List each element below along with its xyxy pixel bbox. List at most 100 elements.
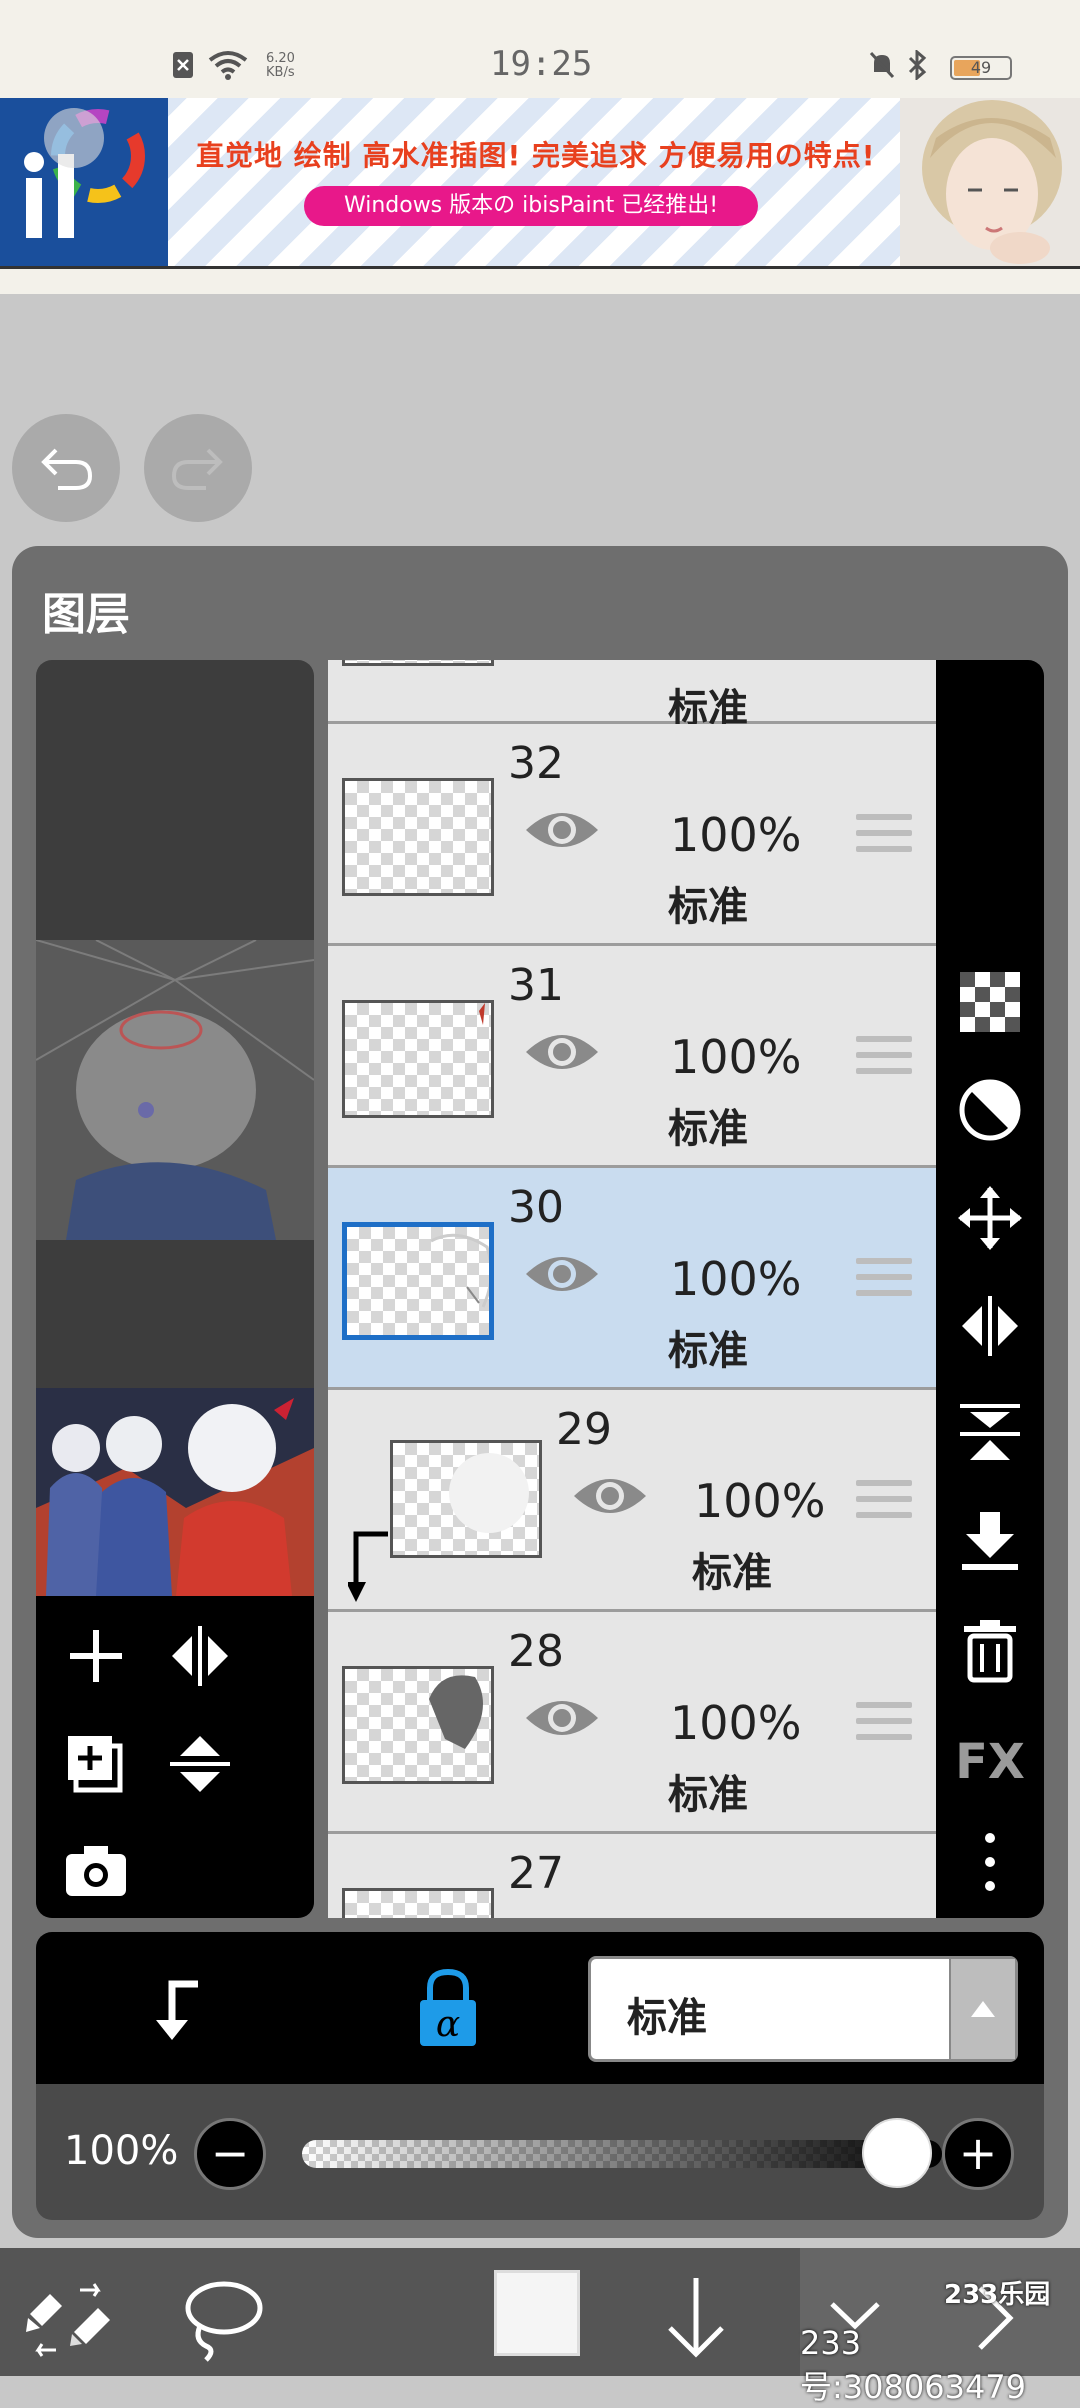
opacity-slider-track[interactable] [302, 2140, 942, 2168]
layer-number: 32 [508, 738, 564, 789]
redo-button[interactable] [144, 414, 252, 522]
layer-row-28[interactable]: 28 100% 标准 [328, 1612, 936, 1834]
clock: 19:25 [490, 44, 593, 84]
undo-button[interactable] [12, 414, 120, 522]
duplicate-layer-button[interactable] [56, 1724, 136, 1804]
merge-down-icon[interactable] [954, 1506, 1026, 1578]
layer-thumbnail [342, 1222, 494, 1340]
blend-mode-dropdown-arrow[interactable] [949, 1959, 1015, 2059]
svg-text:α: α [436, 2004, 460, 2045]
layer-thumbnail-art [479, 1003, 485, 1025]
network-speed-unit: KB/s [266, 65, 295, 80]
layer-blend-mode: 标准 [668, 1328, 748, 1374]
ad-banner[interactable]: 直觉地 绘制 高水准插图! 完美追求 方便易用の特点! Windows 版本の … [0, 98, 1080, 266]
network-speed-value: 6.20 [266, 51, 295, 66]
camera-layer-button[interactable] [56, 1830, 136, 1910]
down-arrow-icon[interactable] [648, 2270, 744, 2366]
layer-number: 30 [508, 1182, 564, 1233]
layer-thumbnail [342, 778, 494, 896]
layer-row-27[interactable]: 27 [328, 1834, 936, 1918]
flip-layer-vertical-button[interactable] [160, 1724, 240, 1804]
layer-row-partial-top[interactable]: 标准 [328, 660, 936, 732]
checker-icon[interactable] [954, 966, 1026, 1038]
battery-level: 49 [970, 58, 992, 77]
status-bar: 6.20 KB/s 19:25 49 [0, 0, 1080, 98]
layer-number: 31 [508, 960, 564, 1011]
layer-thumbnail-art [429, 1675, 483, 1749]
layer-blend-mode: 标准 [692, 1550, 772, 1596]
layer-opacity: 100% [670, 808, 802, 862]
layer-number: 28 [508, 1626, 564, 1677]
trash-icon[interactable] [954, 1614, 1026, 1686]
layer-row-32[interactable]: 32 100% 标准 [328, 724, 936, 946]
opacity-value-label: 100% [64, 2128, 179, 2174]
undo-icon [41, 448, 93, 490]
fx-button[interactable]: FX [954, 1726, 1026, 1798]
layer-thumbnail [342, 1888, 494, 1918]
flip-vertical-icon[interactable] [954, 1398, 1026, 1470]
move-icon[interactable] [954, 1182, 1026, 1254]
layer-thumbnail-art [449, 1453, 529, 1533]
ad-portrait-image [900, 98, 1080, 266]
layer-blend-mode: 标准 [668, 884, 748, 930]
visibility-eye-icon[interactable] [570, 1466, 650, 1526]
drag-handle-icon[interactable] [856, 1480, 912, 1530]
flip-horizontal-icon[interactable] [954, 1290, 1026, 1362]
clipping-toggle-icon[interactable] [142, 1976, 212, 2046]
ad-subline: Windows 版本の ibisPaint 已经推出! [304, 186, 758, 226]
layer-opacity: 100% [670, 1252, 802, 1306]
layer-thumbnail [342, 660, 494, 666]
clipping-arrow-icon [348, 1531, 388, 1602]
visibility-eye-icon[interactable] [522, 1244, 602, 1304]
network-speed: 6.20 KB/s [266, 52, 295, 80]
ad-divider [0, 266, 1080, 294]
layer-opacity: 100% [670, 1696, 802, 1750]
visibility-eye-icon[interactable] [522, 800, 602, 860]
current-color-swatch[interactable] [494, 2270, 580, 2356]
visibility-eye-icon[interactable] [522, 1688, 602, 1748]
brush-eraser-toggle-icon[interactable] [20, 2270, 116, 2366]
drag-handle-icon[interactable] [856, 814, 912, 864]
alpha-lock-icon[interactable]: α [416, 1966, 480, 2050]
canvas-artwork-preview [36, 940, 314, 1240]
add-layer-button[interactable] [56, 1616, 136, 1696]
layer-thumbnail-art [430, 1233, 493, 1308]
layer-side-tools: FX [936, 660, 1044, 1918]
layer-thumbnail [342, 1000, 494, 1118]
layer-number: 27 [508, 1848, 564, 1899]
battery-indicator: 49 [950, 56, 1012, 80]
ibispaint-logo [0, 98, 168, 266]
mute-icon [869, 51, 895, 79]
layer-thumbnail [342, 1666, 494, 1784]
wifi-icon [208, 51, 248, 80]
watermark-logo: 233乐园 [944, 2280, 1051, 2310]
blend-mode-select[interactable]: 标准 [588, 1956, 1018, 2062]
layer-list[interactable]: 标准 32 100% 标准 31 100% 标准 30 100% 标准 29 1… [328, 660, 936, 1918]
drag-handle-icon[interactable] [856, 1036, 912, 1086]
lasso-icon[interactable] [176, 2270, 272, 2366]
half-circle-icon[interactable] [954, 1074, 1026, 1146]
visibility-eye-icon[interactable] [522, 1022, 602, 1082]
opacity-decrease-button[interactable]: − [194, 2118, 266, 2190]
drag-handle-icon[interactable] [856, 1702, 912, 1752]
drag-handle-icon[interactable] [856, 1258, 912, 1308]
layer-row-29[interactable]: 29 100% 标准 [328, 1390, 936, 1612]
layer-blend-mode: 标准 [668, 1772, 748, 1818]
watermark-text: 233号:308063479 [800, 2324, 1027, 2406]
bluetooth-icon [908, 50, 927, 80]
layer-number: 29 [556, 1404, 612, 1455]
ad-headline: 直觉地 绘制 高水准插图! 完美追求 方便易用の特点! [196, 139, 876, 172]
layer-tools [36, 1596, 314, 1918]
more-icon[interactable] [954, 1826, 1026, 1898]
opacity-increase-button[interactable]: + [942, 2118, 1014, 2190]
layer-opacity: 100% [694, 1474, 826, 1528]
redo-icon [171, 448, 223, 490]
layer-blend-mode: 标准 [668, 1106, 748, 1152]
layer-row-30[interactable]: 30 100% 标准 [328, 1168, 936, 1390]
layer-row-31[interactable]: 31 100% 标准 [328, 946, 936, 1168]
canvas-thumbnail[interactable] [36, 1388, 314, 1596]
opacity-slider-knob[interactable] [862, 2118, 932, 2188]
blend-mode-value: 标准 [627, 1995, 707, 2041]
flip-layer-horizontal-button[interactable] [160, 1616, 240, 1696]
layer-panel-title: 图层 [42, 589, 130, 640]
